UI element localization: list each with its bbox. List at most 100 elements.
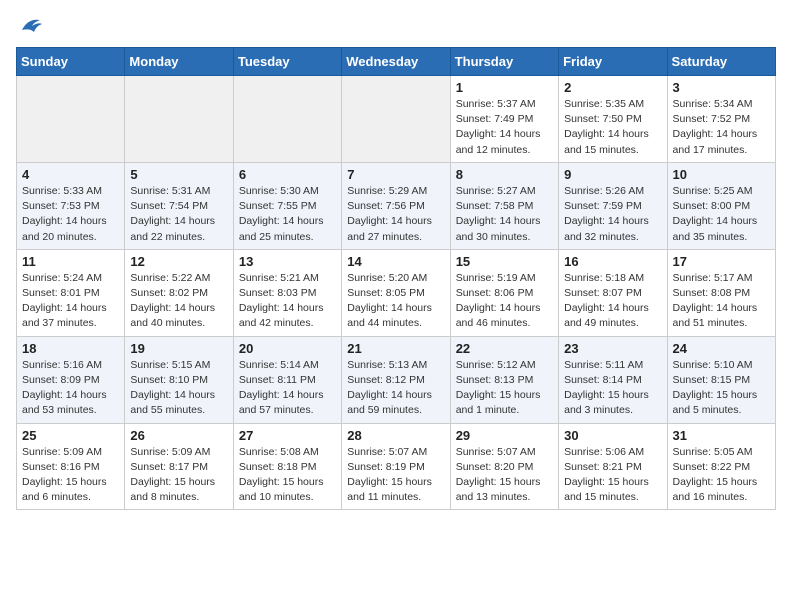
calendar-cell: 10 Sunrise: 5:25 AM Sunset: 8:00 PM Dayli…: [667, 162, 775, 249]
calendar-cell: 4Sunrise: 5:33 AM Sunset: 7:53 PM Daylig…: [17, 162, 125, 249]
day-header-tuesday: Tuesday: [233, 48, 341, 76]
day-number: 5: [130, 167, 227, 182]
day-number: 26: [130, 428, 227, 443]
day-header-monday: Monday: [125, 48, 233, 76]
calendar-cell: 16Sunrise: 5:18 AM Sunset: 8:07 PM Dayli…: [559, 249, 667, 336]
calendar-cell: 23 Sunrise: 5:11 AM Sunset: 8:14 PM Dayli…: [559, 336, 667, 423]
day-info: Sunrise: 5:11 AM Sunset: 8:14 PM Dayligh…: [564, 358, 661, 419]
day-number: 17: [673, 254, 770, 269]
day-info: Sunrise: 5:34 AM Sunset: 7:52 PM Dayligh…: [673, 97, 770, 158]
day-number: 12: [130, 254, 227, 269]
calendar-cell: 11 Sunrise: 5:24 AM Sunset: 8:01 PM Dayli…: [17, 249, 125, 336]
day-info: Sunrise: 5:14 AM Sunset: 8:11 PM Dayligh…: [239, 358, 336, 419]
calendar-cell: 29 Sunrise: 5:07 AM Sunset: 8:20 PM Dayli…: [450, 423, 558, 510]
day-info: Sunrise: 5:25 AM Sunset: 8:00 PM Dayligh…: [673, 184, 770, 245]
logo: [16, 16, 42, 39]
day-info: Sunrise: 5:37 AM Sunset: 7:49 PM Dayligh…: [456, 97, 553, 158]
calendar-cell: [17, 76, 125, 163]
day-info: Sunrise: 5:29 AM Sunset: 7:56 PM Dayligh…: [347, 184, 444, 245]
day-number: 15: [456, 254, 553, 269]
day-number: 18: [22, 341, 119, 356]
day-info: Sunrise: 5:22 AM Sunset: 8:02 PM Dayligh…: [130, 271, 227, 332]
day-info: Sunrise: 5:09 AM Sunset: 8:17 PM Dayligh…: [130, 445, 227, 506]
calendar-cell: 8 Sunrise: 5:27 AM Sunset: 7:58 PM Daylig…: [450, 162, 558, 249]
day-number: 20: [239, 341, 336, 356]
day-info: Sunrise: 5:10 AM Sunset: 8:15 PM Dayligh…: [673, 358, 770, 419]
calendar-cell: 14 Sunrise: 5:20 AM Sunset: 8:05 PM Dayli…: [342, 249, 450, 336]
calendar-cell: 20 Sunrise: 5:14 AM Sunset: 8:11 PM Dayli…: [233, 336, 341, 423]
calendar-cell: 22 Sunrise: 5:12 AM Sunset: 8:13 PM Dayli…: [450, 336, 558, 423]
calendar-cell: 1 Sunrise: 5:37 AM Sunset: 7:49 PM Daylig…: [450, 76, 558, 163]
day-info: Sunrise: 5:27 AM Sunset: 7:58 PM Dayligh…: [456, 184, 553, 245]
day-info: Sunrise: 5:17 AM Sunset: 8:08 PM Dayligh…: [673, 271, 770, 332]
day-number: 28: [347, 428, 444, 443]
day-info: Sunrise: 5:08 AM Sunset: 8:18 PM Dayligh…: [239, 445, 336, 506]
calendar-cell: 18 Sunrise: 5:16 AM Sunset: 8:09 PM Dayli…: [17, 336, 125, 423]
day-number: 23: [564, 341, 661, 356]
day-number: 27: [239, 428, 336, 443]
day-number: 6: [239, 167, 336, 182]
calendar-cell: 30 Sunrise: 5:06 AM Sunset: 8:21 PM Dayli…: [559, 423, 667, 510]
day-info: Sunrise: 5:21 AM Sunset: 8:03 PM Dayligh…: [239, 271, 336, 332]
day-info: Sunrise: 5:12 AM Sunset: 8:13 PM Dayligh…: [456, 358, 553, 419]
day-info: Sunrise: 5:31 AM Sunset: 7:54 PM Dayligh…: [130, 184, 227, 245]
calendar-cell: 25Sunrise: 5:09 AM Sunset: 8:16 PM Dayli…: [17, 423, 125, 510]
calendar-cell: 9 Sunrise: 5:26 AM Sunset: 7:59 PM Daylig…: [559, 162, 667, 249]
day-info: Sunrise: 5:35 AM Sunset: 7:50 PM Dayligh…: [564, 97, 661, 158]
day-info: Sunrise: 5:20 AM Sunset: 8:05 PM Dayligh…: [347, 271, 444, 332]
day-number: 3: [673, 80, 770, 95]
calendar-cell: 15 Sunrise: 5:19 AM Sunset: 8:06 PM Dayli…: [450, 249, 558, 336]
logo-bird-icon: [20, 16, 42, 39]
day-info: Sunrise: 5:07 AM Sunset: 8:19 PM Dayligh…: [347, 445, 444, 506]
calendar-cell: 6Sunrise: 5:30 AM Sunset: 7:55 PM Daylig…: [233, 162, 341, 249]
day-header-thursday: Thursday: [450, 48, 558, 76]
day-info: Sunrise: 5:16 AM Sunset: 8:09 PM Dayligh…: [22, 358, 119, 419]
calendar-cell: 21 Sunrise: 5:13 AM Sunset: 8:12 PM Dayli…: [342, 336, 450, 423]
calendar-cell: 28 Sunrise: 5:07 AM Sunset: 8:19 PM Dayli…: [342, 423, 450, 510]
day-number: 1: [456, 80, 553, 95]
calendar-cell: [233, 76, 341, 163]
day-number: 7: [347, 167, 444, 182]
calendar-cell: 27 Sunrise: 5:08 AM Sunset: 8:18 PM Dayli…: [233, 423, 341, 510]
day-number: 14: [347, 254, 444, 269]
calendar-cell: 12 Sunrise: 5:22 AM Sunset: 8:02 PM Dayli…: [125, 249, 233, 336]
day-info: Sunrise: 5:15 AM Sunset: 8:10 PM Dayligh…: [130, 358, 227, 419]
calendar-cell: [125, 76, 233, 163]
calendar-cell: 31 Sunrise: 5:05 AM Sunset: 8:22 PM Dayli…: [667, 423, 775, 510]
day-header-saturday: Saturday: [667, 48, 775, 76]
day-info: Sunrise: 5:24 AM Sunset: 8:01 PM Dayligh…: [22, 271, 119, 332]
calendar-cell: 2 Sunrise: 5:35 AM Sunset: 7:50 PM Daylig…: [559, 76, 667, 163]
day-info: Sunrise: 5:13 AM Sunset: 8:12 PM Dayligh…: [347, 358, 444, 419]
day-number: 9: [564, 167, 661, 182]
day-number: 8: [456, 167, 553, 182]
day-info: Sunrise: 5:09 AM Sunset: 8:16 PM Dayligh…: [22, 445, 119, 506]
day-header-sunday: Sunday: [17, 48, 125, 76]
day-info: Sunrise: 5:05 AM Sunset: 8:22 PM Dayligh…: [673, 445, 770, 506]
day-number: 11: [22, 254, 119, 269]
day-info: Sunrise: 5:33 AM Sunset: 7:53 PM Dayligh…: [22, 184, 119, 245]
day-number: 30: [564, 428, 661, 443]
day-header-wednesday: Wednesday: [342, 48, 450, 76]
calendar-cell: 7 Sunrise: 5:29 AM Sunset: 7:56 PM Daylig…: [342, 162, 450, 249]
day-info: Sunrise: 5:07 AM Sunset: 8:20 PM Dayligh…: [456, 445, 553, 506]
day-header-friday: Friday: [559, 48, 667, 76]
day-number: 29: [456, 428, 553, 443]
day-number: 19: [130, 341, 227, 356]
calendar-cell: 24 Sunrise: 5:10 AM Sunset: 8:15 PM Dayli…: [667, 336, 775, 423]
calendar-table: SundayMondayTuesdayWednesdayThursdayFrid…: [16, 47, 776, 510]
day-number: 31: [673, 428, 770, 443]
calendar-cell: 19 Sunrise: 5:15 AM Sunset: 8:10 PM Dayli…: [125, 336, 233, 423]
calendar-cell: 3 Sunrise: 5:34 AM Sunset: 7:52 PM Daylig…: [667, 76, 775, 163]
day-number: 2: [564, 80, 661, 95]
day-number: 21: [347, 341, 444, 356]
day-number: 16: [564, 254, 661, 269]
day-number: 10: [673, 167, 770, 182]
calendar-cell: 17 Sunrise: 5:17 AM Sunset: 8:08 PM Dayli…: [667, 249, 775, 336]
day-number: 24: [673, 341, 770, 356]
page-header: [16, 16, 776, 39]
day-info: Sunrise: 5:26 AM Sunset: 7:59 PM Dayligh…: [564, 184, 661, 245]
day-info: Sunrise: 5:19 AM Sunset: 8:06 PM Dayligh…: [456, 271, 553, 332]
calendar-cell: 26 Sunrise: 5:09 AM Sunset: 8:17 PM Dayli…: [125, 423, 233, 510]
day-info: Sunrise: 5:06 AM Sunset: 8:21 PM Dayligh…: [564, 445, 661, 506]
day-number: 22: [456, 341, 553, 356]
